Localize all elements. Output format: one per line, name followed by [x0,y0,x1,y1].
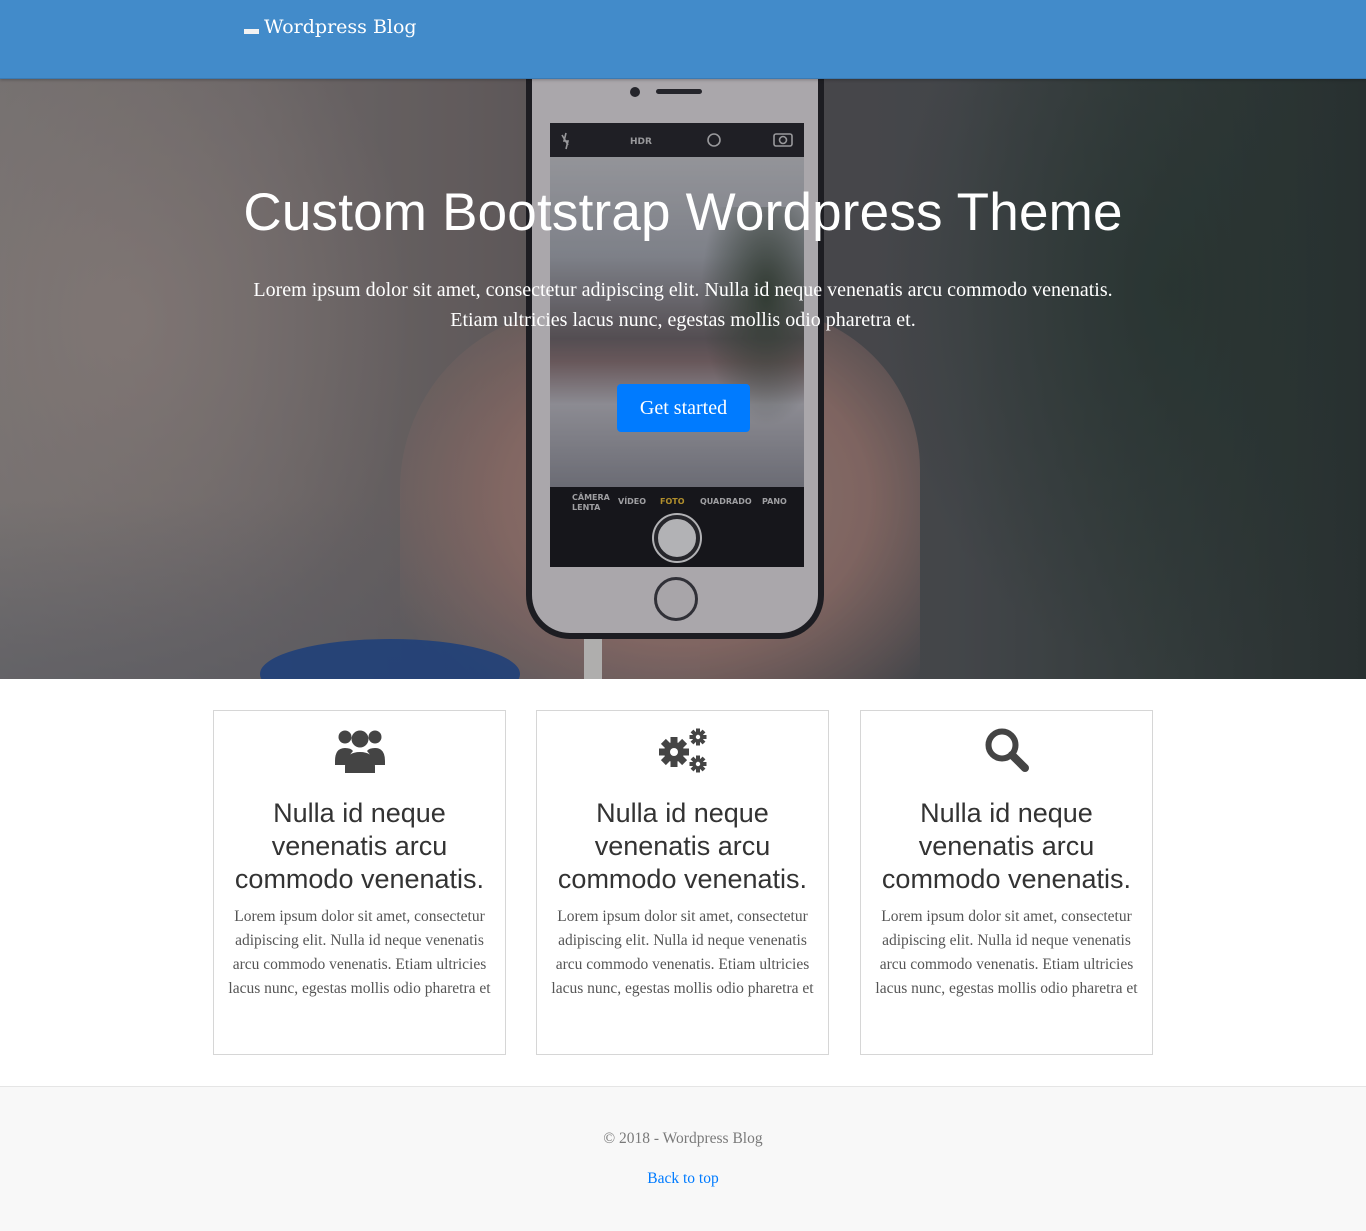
back-to-top-container: Back to top [0,1170,1366,1188]
footer: © 2018 - Wordpress Blog Back to top [0,1086,1366,1231]
feature-title: Nulla id neque venenatis arcu commodo ve… [234,798,485,894]
get-started-button[interactable]: Get started [617,384,750,432]
feature-text: Lorem ipsum dolor sit amet, consectetur … [228,908,491,997]
hero-overlay [0,79,1366,679]
feature-title: Nulla id neque venenatis arcu commodo ve… [557,798,808,894]
back-to-top-link[interactable]: Back to top [647,1170,718,1187]
navbar-brand[interactable]: Wordpress Blog [244,16,417,38]
feature-card: Nulla id neque venenatis arcu commodo ve… [536,710,829,1055]
feature-title: Nulla id neque venenatis arcu commodo ve… [881,798,1132,894]
copyright-text: © 2018 - Wordpress Blog [603,1130,763,1147]
search-icon [861,725,1152,775]
feature-card: Nulla id neque venenatis arcu commodo ve… [213,710,506,1055]
brand-logo-icon [244,29,259,34]
hero-section: HDR CÂMERA LENTA VÍDEO FOTO QUADRADO PAN… [0,79,1366,679]
hero-lead: Lorem ipsum dolor sit amet, consectetur … [253,279,1113,331]
feature-text: Lorem ipsum dolor sit amet, consectetur … [875,908,1138,997]
feature-text: Lorem ipsum dolor sit amet, consectetur … [551,908,814,997]
users-icon [214,725,505,775]
navbar: Wordpress Blog [0,0,1366,79]
brand-label: Wordpress Blog [264,16,417,38]
hero-title: Custom Bootstrap Wordpress Theme [243,183,1123,242]
gears-icon [537,725,828,775]
feature-card: Nulla id neque venenatis arcu commodo ve… [860,710,1153,1055]
